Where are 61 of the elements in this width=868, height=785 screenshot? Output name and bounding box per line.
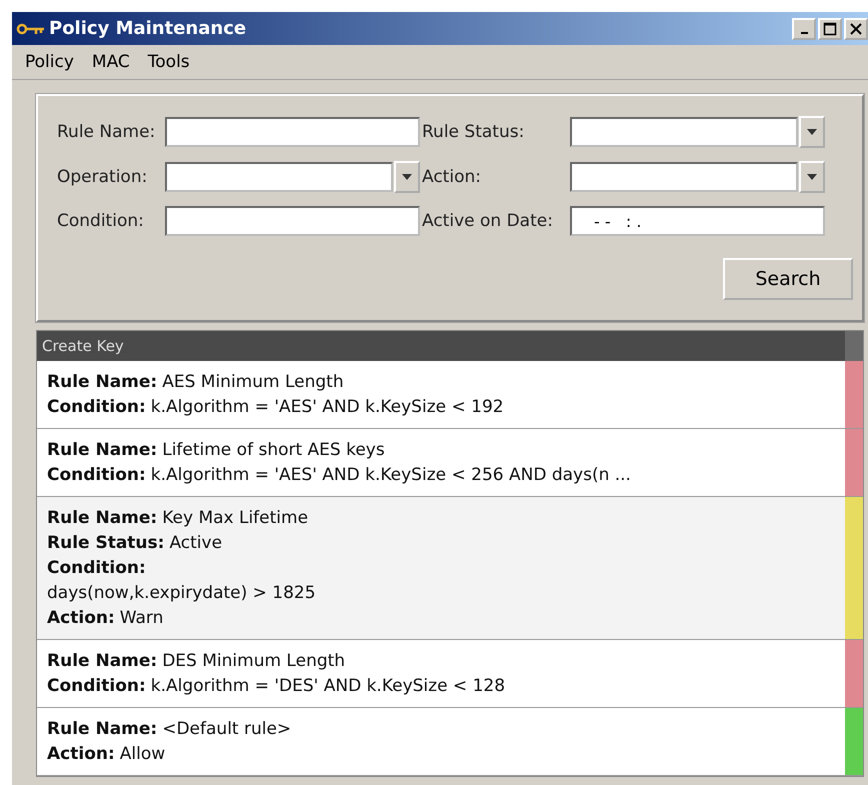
field-value: k.Algorithm = 'DES' AND k.KeySize < 128 <box>150 676 506 696</box>
caret-icon <box>402 174 412 180</box>
minimize-icon <box>800 32 808 34</box>
combo-field[interactable] <box>570 117 798 147</box>
field-value: Warn <box>120 608 164 628</box>
group-header: Create Key <box>41 337 125 355</box>
field-label: Rule Status: <box>47 533 164 553</box>
field-label: Rule Name: <box>47 651 158 671</box>
field-label: Action: <box>47 608 115 628</box>
field-value: AES Minimum Length <box>162 372 344 392</box>
caret-icon <box>807 129 817 135</box>
field-value: k.Algorithm = 'AES' AND k.KeySize < 256 AND days(n ... <box>150 465 631 485</box>
date-field[interactable]: - - : . <box>570 206 825 236</box>
minimize-button[interactable] <box>792 18 816 40</box>
field-label: Condition: <box>47 465 146 485</box>
field-label: Rule Name: <box>47 719 158 739</box>
menu-item[interactable]: Tools <box>138 52 199 72</box>
field-label: Active on Date: <box>421 211 554 231</box>
search-button[interactable]: Search <box>723 258 853 300</box>
combo-field[interactable] <box>165 162 393 192</box>
dropdown-button[interactable] <box>799 116 825 148</box>
rule-item[interactable]: Rule Name: DES Minimum Length Condition: k.Algorithm = 'DES' AND k.KeySize < 128 <box>37 640 863 708</box>
field-value: Allow <box>120 744 166 764</box>
field-label: Rule Name: <box>56 122 156 142</box>
field-label: Condition: <box>47 397 146 417</box>
field-label: Rule Name: <box>47 508 158 528</box>
text-field[interactable] <box>165 117 420 147</box>
menu-item[interactable]: MAC <box>82 52 139 72</box>
field-value: DES Minimum Length <box>162 651 346 671</box>
rule-item[interactable]: Rule Name: AES Minimum Length Condition: k.Algorithm = 'AES' AND k.KeySize < 192 <box>37 361 863 429</box>
field-label: Action: <box>47 744 115 764</box>
field-value: Key Max Lifetime <box>162 508 308 528</box>
field-value: Active <box>169 533 222 553</box>
field-label: Condition: <box>56 211 145 231</box>
field-label: Condition: <box>47 676 146 696</box>
rule-item[interactable]: Rule Name: Lifetime of short AES keys Condition: k.Algorithm = 'AES' AND k.KeySize < 256 AND days(n ... <box>37 429 863 497</box>
field-label: Operation: <box>56 167 148 187</box>
rule-item[interactable]: Rule Name: <Default rule> Action: Allow <box>37 708 863 776</box>
key-icon <box>16 22 46 36</box>
rule-item[interactable]: Rule Name: Key Max Lifetime Rule Status: Active Condition: days(now,k.expirydate) > 1825 Action: Warn <box>37 497 863 640</box>
close-button[interactable] <box>844 18 868 40</box>
dropdown-button[interactable] <box>394 161 420 193</box>
maximize-icon <box>823 22 837 36</box>
caret-icon <box>807 174 817 180</box>
maximize-button[interactable] <box>818 18 842 40</box>
combo-field[interactable] <box>570 162 798 192</box>
window-title: Policy Maintenance <box>49 18 248 39</box>
dropdown-button[interactable] <box>799 161 825 193</box>
field-value: <Default rule> <box>162 719 292 739</box>
close-icon <box>849 22 863 36</box>
field-label: Rule Name: <box>47 440 158 460</box>
field-label: Condition: <box>47 558 146 578</box>
field-label: Rule Status: <box>421 122 526 142</box>
field-label: Rule Name: <box>47 372 158 392</box>
field-value: k.Algorithm = 'AES' AND k.KeySize < 192 <box>150 397 504 417</box>
header-strip <box>845 331 863 361</box>
field-label: Action: <box>421 167 482 187</box>
text-field[interactable] <box>165 206 420 236</box>
field-value: Lifetime of short AES keys <box>162 440 385 460</box>
menu-item[interactable]: Policy <box>16 52 83 72</box>
field-value: days(now,k.expirydate) > 1825 <box>47 583 316 603</box>
